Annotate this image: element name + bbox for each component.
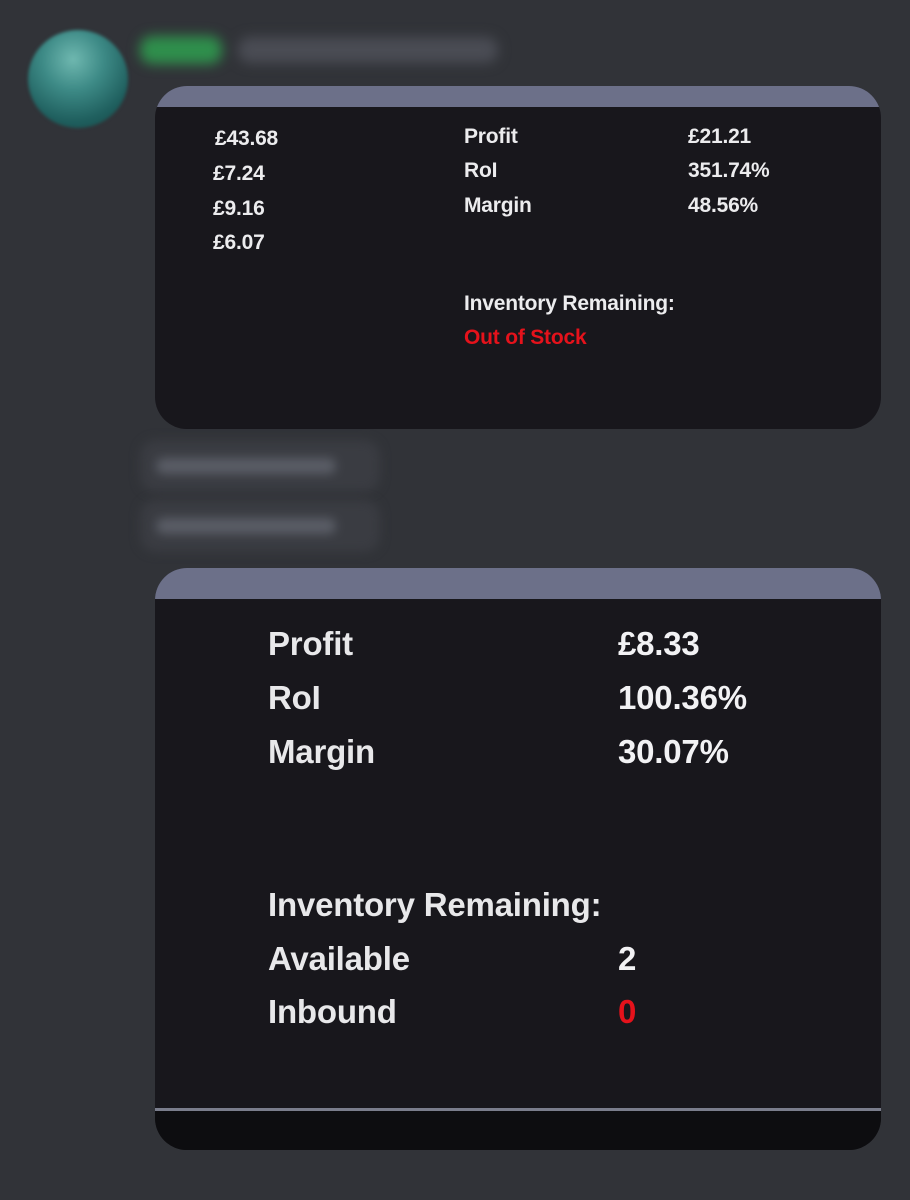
metric-label: Margin: [464, 194, 532, 217]
chat-view: £43.68 £7.24 £9.16 £6.07 Profit RoI Marg…: [0, 0, 910, 1200]
metric-label: RoI: [464, 159, 498, 182]
metric-value: £21.21: [688, 125, 752, 148]
inventory-row-value: 0: [618, 993, 637, 1030]
avatar[interactable]: [28, 30, 128, 128]
inventory-row-label: Inbound: [268, 993, 397, 1030]
embed-accent-bar: [155, 86, 881, 107]
metric-value: 48.56%: [688, 194, 759, 217]
metric-value: 351.74%: [688, 159, 770, 182]
metric-label: Margin: [268, 733, 375, 770]
username-redacted[interactable]: [140, 36, 222, 64]
embed-accent-bar: [155, 568, 881, 599]
inventory-row-value: 2: [618, 940, 637, 977]
cost-value: £9.16: [213, 197, 265, 220]
timestamp-redacted: [238, 37, 498, 63]
metric-value: £8.33: [618, 625, 700, 662]
cost-value: £6.07: [213, 231, 265, 254]
embed-footer: [155, 1111, 881, 1150]
redacted-link[interactable]: [140, 500, 380, 552]
metric-label: Profit: [268, 625, 353, 662]
metric-value: 100.36%: [618, 679, 747, 716]
stock-embed-2: Profit RoI Margin £8.33 100.36% 30.07% I…: [155, 568, 881, 1150]
stock-embed-1: £43.68 £7.24 £9.16 £6.07 Profit RoI Marg…: [155, 86, 881, 429]
message-header-redacted: [140, 32, 498, 68]
metric-value: 30.07%: [618, 733, 729, 770]
redacted-link[interactable]: [140, 440, 380, 492]
cost-value: £7.24: [213, 162, 265, 185]
metric-label: Profit: [464, 125, 518, 148]
inventory-label: Inventory Remaining:: [268, 886, 602, 923]
inventory-label: Inventory Remaining:: [464, 292, 675, 315]
cost-value: £43.68: [215, 127, 279, 150]
metric-label: RoI: [268, 679, 321, 716]
inventory-status: Out of Stock: [464, 326, 587, 349]
inventory-row-label: Available: [268, 940, 410, 977]
